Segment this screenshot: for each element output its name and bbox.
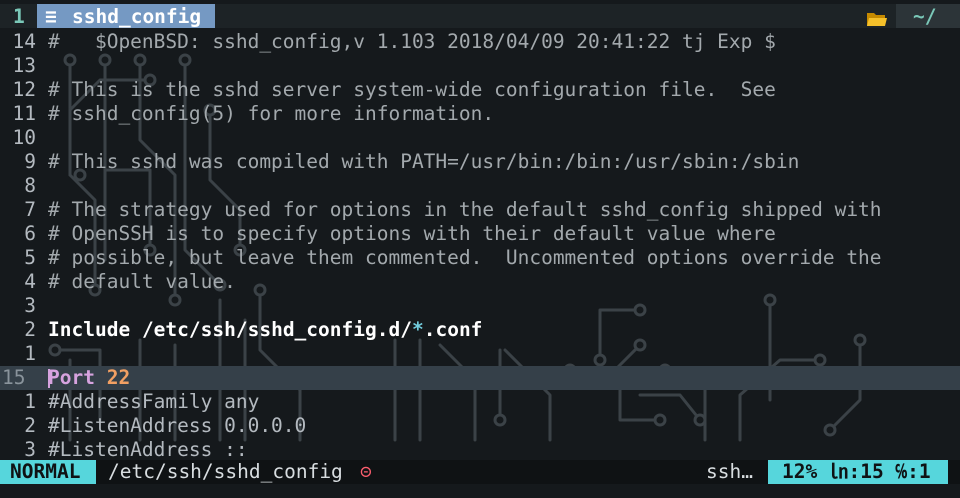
- file-icon: ≡: [45, 5, 57, 28]
- cwd-label: ~/: [913, 5, 937, 28]
- line-number: 10: [12, 126, 36, 149]
- buffer-line[interactable]: 12 # This is the sshd server system-wide …: [0, 78, 960, 102]
- folder-icon: [867, 13, 887, 26]
- code-text: # This sshd was compiled with PATH=/usr/…: [48, 150, 800, 173]
- code-text: #ListenAddress 0.0.0.0: [48, 414, 307, 437]
- include-extension: .conf: [423, 318, 483, 341]
- editor-buffer[interactable]: 14 # $OpenBSD: sshd_config,v 1.103 2018/0…: [0, 30, 960, 462]
- buffer-line[interactable]: 6 # OpenSSH is to specify options with th…: [0, 222, 960, 246]
- line-number: 4: [24, 270, 36, 293]
- readonly-icon: ⊝: [360, 460, 372, 483]
- line-number: 11: [12, 102, 36, 125]
- line-number: 3: [24, 438, 36, 461]
- statusline: NORMAL /etc/ssh/sshd_config ⊝ ssh… 12% ㏑…: [0, 460, 960, 484]
- cursor-position-indicator: 12% ㏑:15 ℅:1: [768, 460, 948, 484]
- buffer-line[interactable]: 3 #ListenAddress ::: [0, 438, 960, 462]
- buffer-line[interactable]: 1: [0, 342, 960, 366]
- status-filetype: ssh…: [706, 460, 753, 483]
- code-text: Include /etc/ssh/sshd_config.d/*.conf: [48, 318, 482, 342]
- buffer-line[interactable]: 7 # The strategy used for options in the …: [0, 198, 960, 222]
- line-number: 5: [24, 246, 36, 269]
- buffer-line[interactable]: 14 # $OpenBSD: sshd_config,v 1.103 2018/0…: [0, 30, 960, 54]
- buffer-line[interactable]: 9 # This sshd was compiled with PATH=/usr…: [0, 150, 960, 174]
- code-text: # The strategy used for options in the d…: [48, 198, 882, 221]
- buffer-line[interactable]: 10: [0, 126, 960, 150]
- cwd-indicator: ~/: [896, 4, 960, 28]
- include-keyword: Include: [48, 318, 131, 341]
- line-number: 7: [24, 198, 36, 221]
- include-glob: *: [411, 318, 424, 341]
- status-file-path: /etc/ssh/sshd_config: [108, 460, 343, 483]
- cursor-line[interactable]: 15 Port 22: [0, 366, 960, 390]
- current-line-number: 15: [2, 366, 26, 389]
- mode-indicator: NORMAL: [0, 460, 96, 484]
- code-text: # This is the sshd server system-wide co…: [48, 78, 776, 101]
- line-number: 12: [12, 78, 36, 101]
- line-number: 2: [24, 414, 36, 437]
- line-number: 8: [24, 174, 36, 197]
- line-number: 13: [12, 54, 36, 77]
- code-text: # $OpenBSD: sshd_config,v 1.103 2018/04/…: [48, 30, 776, 53]
- buffer-line[interactable]: 8: [0, 174, 960, 198]
- tab-label: sshd_config: [72, 5, 202, 28]
- port-value: 22: [106, 366, 131, 389]
- buffer-line[interactable]: 1 #AddressFamily any: [0, 390, 960, 414]
- buffer-line[interactable]: 3: [0, 294, 960, 318]
- code-text: #AddressFamily any: [48, 390, 260, 413]
- buffer-line[interactable]: 4 # default value.: [0, 270, 960, 294]
- include-path: /etc/ssh/sshd_config.d/: [141, 318, 412, 341]
- line-number: 3: [24, 294, 36, 317]
- mode-label: NORMAL: [10, 460, 81, 483]
- buffer-line[interactable]: 13: [0, 54, 960, 78]
- tab-number: 1: [13, 5, 25, 28]
- code-text: # default value.: [48, 270, 236, 293]
- code-text: # sshd_config(5) for more information.: [48, 102, 495, 125]
- tabline: 1 ≡ sshd_config ~/: [0, 4, 960, 28]
- line-number: 9: [24, 150, 36, 173]
- code-text: # possible, but leave them commented. Un…: [48, 246, 882, 269]
- tab-sshd-config[interactable]: ≡ sshd_config: [37, 4, 215, 28]
- code-text: # OpenSSH is to specify options with the…: [48, 222, 776, 245]
- line-number: 2: [24, 318, 36, 341]
- line-number: 6: [24, 222, 36, 245]
- buffer-line[interactable]: 11 # sshd_config(5) for more information.: [0, 102, 960, 126]
- port-directive: Port: [48, 366, 95, 389]
- buffer-line[interactable]: 5 # possible, but leave them commented. U…: [0, 246, 960, 270]
- code-text: Port 22: [48, 366, 130, 390]
- buffer-line[interactable]: 2 Include /etc/ssh/sshd_config.d/*.conf: [0, 318, 960, 342]
- buffer-line[interactable]: 2 #ListenAddress 0.0.0.0: [0, 414, 960, 438]
- line-number: 1: [24, 390, 36, 413]
- cursor-position-label: 12% ㏑:15 ℅:1: [782, 460, 931, 483]
- code-text: #ListenAddress ::: [48, 438, 248, 461]
- line-number: 1: [24, 342, 36, 365]
- line-number: 14: [12, 30, 36, 53]
